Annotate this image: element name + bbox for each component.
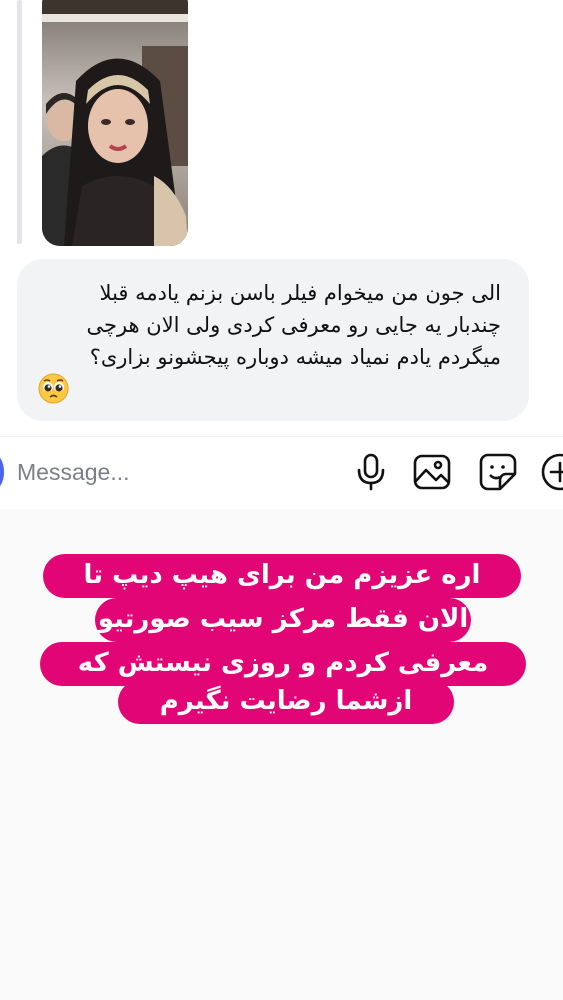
sticker-icon[interactable] [478,452,518,492]
message-line: میگردم یادم نمیاد میشه دوباره پیجشونو بز… [89,345,501,369]
story-reply-indicator [17,0,22,244]
gallery-icon[interactable] [412,452,452,492]
story-text-overlay: اره عزیزم من برای هیپ دیپ تا الان فقط مر… [0,548,563,728]
message-input[interactable] [17,455,317,489]
add-icon[interactable] [540,452,563,492]
highlight-text-line: الان فقط مرکز سیب صورتیو [95,598,471,642]
microphone-icon[interactable] [352,452,392,492]
received-message-text: الی جون من میخوام فیلر باسن بزنم یادمه ق… [31,277,501,373]
received-message-bubble[interactable]: الی جون من میخوام فیلر باسن بزنم یادمه ق… [17,259,529,421]
highlight-text-line: اره عزیزم من برای هیپ دیپ تا [43,554,521,598]
story-photo-thumbnail[interactable] [42,0,188,246]
message-line: الی جون من میخوام فیلر باسن بزنم یادمه ق… [99,281,501,305]
pleading-face-emoji [38,373,69,404]
highlight-text-line: ازشما رضایت نگیرم [118,680,454,724]
message-line: چندبار یه جایی رو معرفی کردی ولی الان هر… [86,313,501,337]
